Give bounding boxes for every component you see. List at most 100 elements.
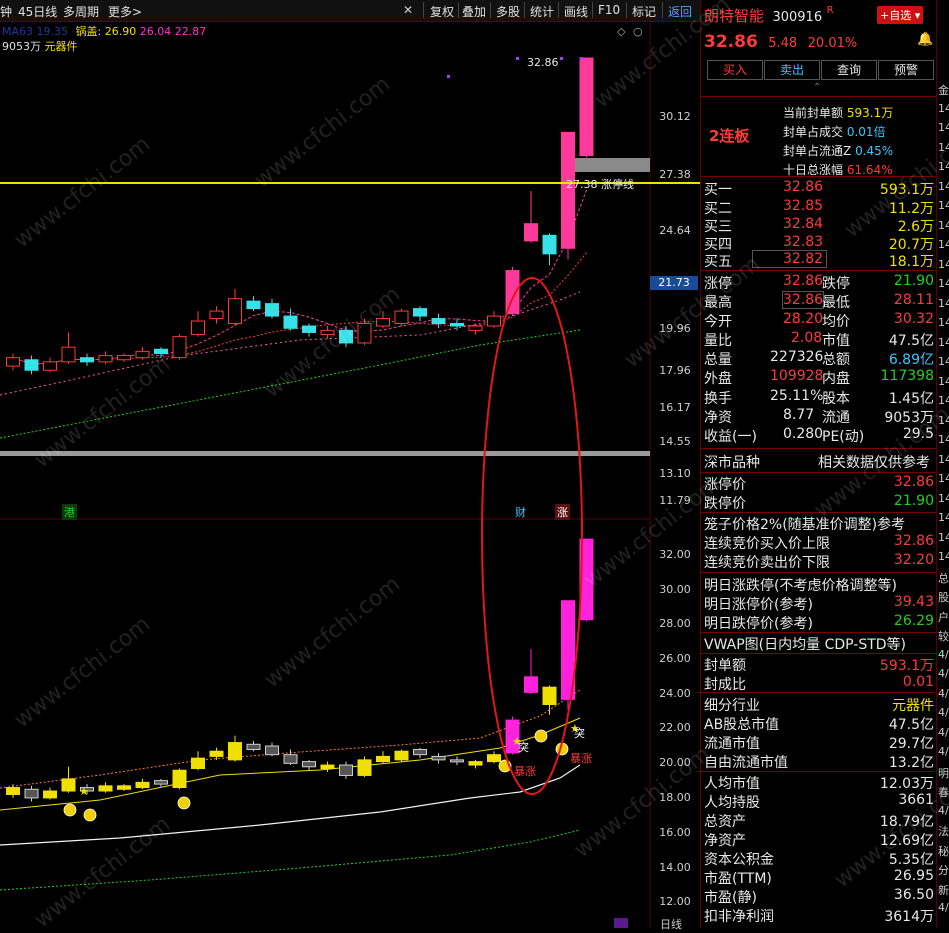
buy-button[interactable]: 买入 xyxy=(707,60,763,80)
surge-label-2: 暴涨 xyxy=(570,752,592,765)
edge-item: 14 xyxy=(938,355,949,368)
tag-limit[interactable]: 涨 xyxy=(555,504,570,520)
kline-chart[interactable]: ★★★ xyxy=(0,0,700,928)
edge-item: 14 xyxy=(938,550,949,563)
board-count: 2连板 xyxy=(709,127,750,145)
timeframe-label[interactable]: 日线 xyxy=(660,916,682,932)
axis-label: 16.00 xyxy=(659,826,691,839)
candle xyxy=(524,223,538,242)
lower-candle xyxy=(431,755,446,761)
axis-label: 26.00 xyxy=(659,652,691,665)
lower-candle xyxy=(413,748,427,756)
price-change-pct: 20.01% xyxy=(807,36,858,51)
edge-item: 14 xyxy=(938,277,949,290)
edge-item: 14 xyxy=(938,199,949,212)
lower-band-line xyxy=(0,764,581,846)
edge-item: 秘 xyxy=(938,844,949,858)
tag-hk[interactable]: 港 xyxy=(62,504,77,520)
candle xyxy=(135,350,150,359)
lower-candle xyxy=(61,778,76,792)
stock-flag: R xyxy=(826,5,834,16)
candle xyxy=(24,359,39,371)
last-price: 32.86 xyxy=(704,32,758,52)
current-price-marker: 21.73 xyxy=(650,276,698,290)
tomorrow-title: 明日涨跌停(不考虑价格调整等) xyxy=(704,578,897,594)
edge-item: 4/ xyxy=(938,706,949,719)
lower-candle xyxy=(154,780,168,785)
signal-dot xyxy=(516,57,519,60)
edge-item: 14 xyxy=(938,452,949,466)
candle xyxy=(246,300,261,310)
lower-candle xyxy=(135,781,150,789)
bid-row[interactable]: 买三 32.84 2.6万 xyxy=(704,216,934,235)
limit-tag-bar xyxy=(568,158,650,172)
edge-item: 4/ xyxy=(938,667,949,680)
smiley-icon xyxy=(63,803,77,817)
edge-item: 4/ xyxy=(938,745,949,758)
smiley-icon xyxy=(177,796,191,810)
tag-finance[interactable]: 财 xyxy=(515,504,526,520)
lower-candle xyxy=(320,764,335,770)
axis-label: 30.00 xyxy=(659,583,691,596)
lower-candle xyxy=(24,788,39,799)
cage-title: 笼子价格2%(随基准价调整)参考 xyxy=(704,517,906,533)
candle xyxy=(487,315,501,327)
lower-candle xyxy=(6,787,20,795)
lower-candle xyxy=(524,676,538,693)
query-button[interactable]: 查询 xyxy=(821,60,877,80)
lower-candle xyxy=(394,750,409,761)
panel-divider[interactable] xyxy=(0,451,650,456)
ma10-line xyxy=(12,252,587,365)
candle xyxy=(450,323,464,327)
candle xyxy=(265,303,279,317)
axis-label: 13.10 xyxy=(659,467,691,480)
lower-candle xyxy=(302,761,316,768)
candle xyxy=(43,361,57,371)
signal-dot xyxy=(560,57,563,60)
edge-item: 4/ xyxy=(938,647,949,661)
edge-item: 明 xyxy=(938,766,949,780)
edge-item: 新 xyxy=(938,883,949,897)
alert-button[interactable]: 预警 xyxy=(878,60,934,80)
vwap-title[interactable]: VWAP图(日内均量 CDP-STD等) xyxy=(704,637,906,653)
collapse-chevron-icon[interactable]: ⌃ xyxy=(813,82,821,93)
candle xyxy=(228,298,242,325)
edge-item: 股 xyxy=(938,591,949,604)
edge-item: 14 xyxy=(938,530,949,544)
sell-button[interactable]: 卖出 xyxy=(764,60,820,80)
bell-icon[interactable]: 🔔 xyxy=(917,32,933,47)
edge-item: 14 xyxy=(938,218,949,232)
candle xyxy=(61,346,76,363)
seal-info: 当前封单额 593.1万 封单占成交 0.01倍 封单占流通Z 0.45% 十日… xyxy=(783,106,894,177)
smiley-icon xyxy=(83,808,97,822)
edge-item: 14 xyxy=(938,374,949,388)
axis-label: 14.00 xyxy=(659,861,691,874)
candle xyxy=(98,355,113,363)
candle xyxy=(431,318,446,325)
candle xyxy=(579,57,594,157)
lower-candle xyxy=(246,743,261,750)
lower-candle xyxy=(283,754,298,764)
axis-label: 24.00 xyxy=(659,687,691,700)
lower-candle xyxy=(376,755,390,763)
scroll-thumb[interactable] xyxy=(614,918,628,928)
edge-item: 4/ xyxy=(938,901,949,914)
edge-item: 分 xyxy=(938,864,949,877)
edge-item: 4/ xyxy=(938,725,949,739)
lower-candle xyxy=(339,764,353,776)
edge-item: 法 xyxy=(938,825,949,838)
candle xyxy=(283,315,298,329)
highlight-ellipse xyxy=(481,277,583,795)
high-label: 32.86 xyxy=(527,56,559,69)
axis-label: 32.00 xyxy=(659,548,691,561)
axis-label: 12.00 xyxy=(659,895,691,908)
smiley-icon xyxy=(534,729,548,743)
axis-label: 22.00 xyxy=(659,721,691,734)
edge-item: 较 xyxy=(938,630,949,643)
edge-item: 金 xyxy=(938,84,949,97)
edge-item: 14 xyxy=(938,121,949,134)
axis-label: 16.17 xyxy=(659,401,691,414)
add-watchlist-button[interactable]: +自选 ▾ xyxy=(877,6,924,24)
star-icon: ★ xyxy=(79,785,89,798)
candle xyxy=(209,310,224,320)
